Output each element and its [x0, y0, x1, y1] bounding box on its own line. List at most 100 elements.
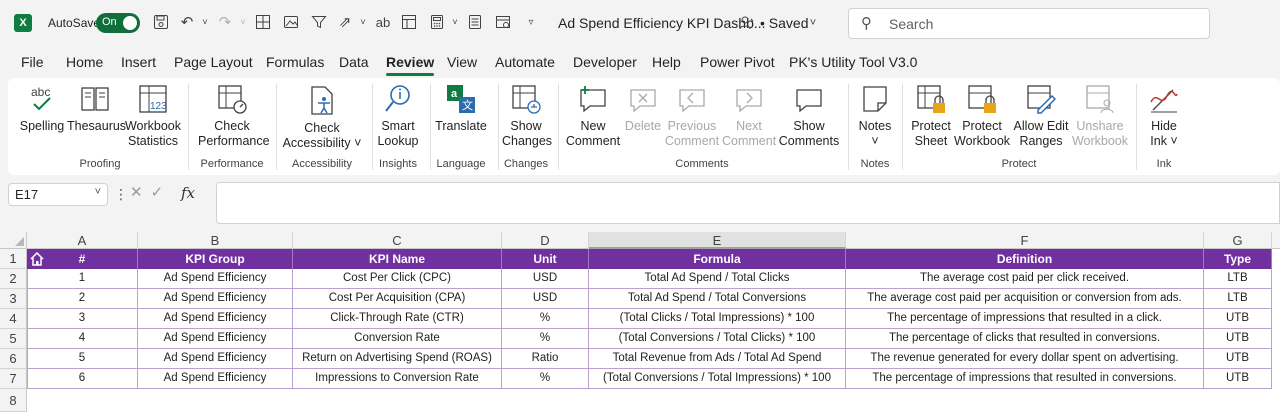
redo-icon[interactable]: ↷: [216, 13, 234, 31]
table-cell[interactable]: Impressions to Conversion Rate: [293, 369, 502, 389]
table-cell[interactable]: %: [502, 309, 589, 329]
table-cell[interactable]: The average cost paid per click received…: [846, 269, 1204, 289]
save-icon[interactable]: [152, 13, 170, 31]
table-cell[interactable]: Return on Advertising Spend (ROAS): [293, 349, 502, 369]
table-cell[interactable]: UTB: [1204, 329, 1272, 349]
form-icon[interactable]: [400, 13, 418, 31]
table-cell[interactable]: Ad Spend Efficiency: [138, 369, 293, 389]
name-box[interactable]: E17 ˅: [8, 183, 108, 206]
table-cell[interactable]: %: [502, 369, 589, 389]
calculator-icon[interactable]: [428, 13, 446, 31]
workbook-statistics-button[interactable]: 123 Workbook Statistics: [123, 82, 183, 149]
tab-page-layout[interactable]: Page Layout: [174, 54, 253, 70]
table-cell[interactable]: The percentage of clicks that resulted i…: [846, 329, 1204, 349]
form-sheet-icon[interactable]: [494, 13, 512, 31]
table-cell[interactable]: 3: [27, 309, 138, 329]
notes-button[interactable]: Notes ˅: [854, 82, 896, 149]
table-cell[interactable]: Click-Through Rate (CTR): [293, 309, 502, 329]
table-cell[interactable]: Ad Spend Efficiency: [138, 349, 293, 369]
unshare-workbook-button[interactable]: Unshare Workbook: [1070, 82, 1130, 149]
redo-dropdown-icon[interactable]: ˅: [234, 13, 252, 31]
column-header-h[interactable]: [1272, 232, 1280, 249]
next-comment-button[interactable]: Next Comment: [722, 82, 776, 149]
table-cell[interactable]: Ad Spend Efficiency: [138, 329, 293, 349]
check-accessibility-button[interactable]: Check Accessibility ˅: [282, 82, 362, 151]
table-cell[interactable]: 5: [27, 349, 138, 369]
tab-automate[interactable]: Automate: [495, 54, 555, 70]
smart-lookup-button[interactable]: Smart Lookup: [374, 82, 422, 149]
table-cell[interactable]: Conversion Rate: [293, 329, 502, 349]
tab-home[interactable]: Home: [66, 54, 103, 70]
tab-data[interactable]: Data: [339, 54, 369, 70]
show-comments-button[interactable]: Show Comments: [778, 82, 840, 149]
insert-function-icon[interactable]: fx: [181, 184, 195, 202]
header-formula[interactable]: Formula: [589, 249, 846, 269]
table-cell[interactable]: Ad Spend Efficiency: [138, 289, 293, 309]
table-cell[interactable]: Ad Spend Efficiency: [138, 309, 293, 329]
saved-dropdown-icon[interactable]: ˅: [804, 14, 822, 32]
table-cell[interactable]: 2: [27, 289, 138, 309]
cancel-enter-icons[interactable]: ✕✓: [130, 183, 171, 201]
document-title[interactable]: Ad Spend Efficiency KPI Dashb...: [558, 15, 766, 31]
undo-dropdown-icon[interactable]: ˅: [196, 13, 214, 31]
table-cell[interactable]: 6: [27, 369, 138, 389]
row-header-8[interactable]: 8: [0, 389, 27, 412]
table-cell[interactable]: Total Ad Spend / Total Clicks: [589, 269, 846, 289]
tab-formulas[interactable]: Formulas: [266, 54, 324, 70]
hide-ink-button[interactable]: Hide Ink ˅: [1142, 82, 1186, 149]
table-cell[interactable]: UTB: [1204, 309, 1272, 329]
column-header-g[interactable]: G: [1204, 232, 1272, 249]
show-changes-button[interactable]: Show Changes: [502, 82, 552, 149]
table-cell[interactable]: The percentage of impressions that resul…: [846, 369, 1204, 389]
table-cell[interactable]: UTB: [1204, 369, 1272, 389]
protect-workbook-button[interactable]: Protect Workbook: [954, 82, 1010, 149]
table-cell[interactable]: (Total Conversions / Total Clicks) * 100: [589, 329, 846, 349]
allow-edit-ranges-button[interactable]: Allow Edit Ranges: [1010, 82, 1072, 149]
picture-icon[interactable]: [282, 13, 300, 31]
column-header-b[interactable]: B: [138, 232, 293, 249]
table-cell[interactable]: Total Revenue from Ads / Total Ad Spend: [589, 349, 846, 369]
table-cell[interactable]: LTB: [1204, 269, 1272, 289]
header-type[interactable]: Type: [1204, 249, 1272, 269]
table-cell[interactable]: The revenue generated for every dollar s…: [846, 349, 1204, 369]
tab-developer[interactable]: Developer: [573, 54, 637, 70]
column-header-a[interactable]: A: [27, 232, 138, 249]
table-cell[interactable]: 4: [27, 329, 138, 349]
calculator-dropdown-icon[interactable]: ˅: [446, 13, 464, 31]
table-cell[interactable]: The percentage of impressions that resul…: [846, 309, 1204, 329]
translate-button[interactable]: a文 Translate: [434, 82, 488, 134]
undo-icon[interactable]: ↶: [178, 13, 196, 31]
table-cell[interactable]: Cost Per Click (CPC): [293, 269, 502, 289]
table-cell[interactable]: Ratio: [502, 349, 589, 369]
filter-icon[interactable]: [310, 13, 328, 31]
delete-comment-button[interactable]: Delete: [622, 82, 664, 134]
header-kpi-group[interactable]: KPI Group: [138, 249, 293, 269]
table-cell[interactable]: The average cost paid per acquisition or…: [846, 289, 1204, 309]
tab-insert[interactable]: Insert: [121, 54, 156, 70]
table-cell[interactable]: %: [502, 329, 589, 349]
home-icon[interactable]: [29, 251, 45, 267]
column-header-e[interactable]: E: [589, 232, 846, 249]
search-box[interactable]: ⚲ Search: [848, 8, 1210, 39]
sensitivity-icon[interactable]: [738, 14, 756, 32]
name-box-dropdown-icon[interactable]: ˅: [95, 186, 101, 198]
row-header-7[interactable]: 7: [0, 369, 27, 389]
table-cell[interactable]: Total Ad Spend / Total Conversions: [589, 289, 846, 309]
worksheet-grid[interactable]: A B C D E F G 1 2 3 4 5 6 7 8 # KPI Grou…: [0, 232, 1280, 412]
header-definition[interactable]: Definition: [846, 249, 1204, 269]
previous-comment-button[interactable]: Previous Comment: [664, 82, 720, 149]
protect-sheet-button[interactable]: Protect Sheet: [908, 82, 954, 149]
table-cell[interactable]: Cost Per Acquisition (CPA): [293, 289, 502, 309]
new-comment-button[interactable]: New Comment: [564, 82, 622, 149]
borders-icon[interactable]: [254, 13, 272, 31]
table-cell[interactable]: (Total Conversions / Total Impressions) …: [589, 369, 846, 389]
row-header-2[interactable]: 2: [0, 269, 27, 289]
calc-sheet-icon[interactable]: [466, 13, 484, 31]
row-header-4[interactable]: 4: [0, 309, 27, 329]
table-cell[interactable]: 1: [27, 269, 138, 289]
column-header-c[interactable]: C: [293, 232, 502, 249]
column-header-f[interactable]: F: [846, 232, 1204, 249]
tab-help[interactable]: Help: [652, 54, 681, 70]
row-header-6[interactable]: 6: [0, 349, 27, 369]
select-all-corner[interactable]: [0, 232, 27, 249]
